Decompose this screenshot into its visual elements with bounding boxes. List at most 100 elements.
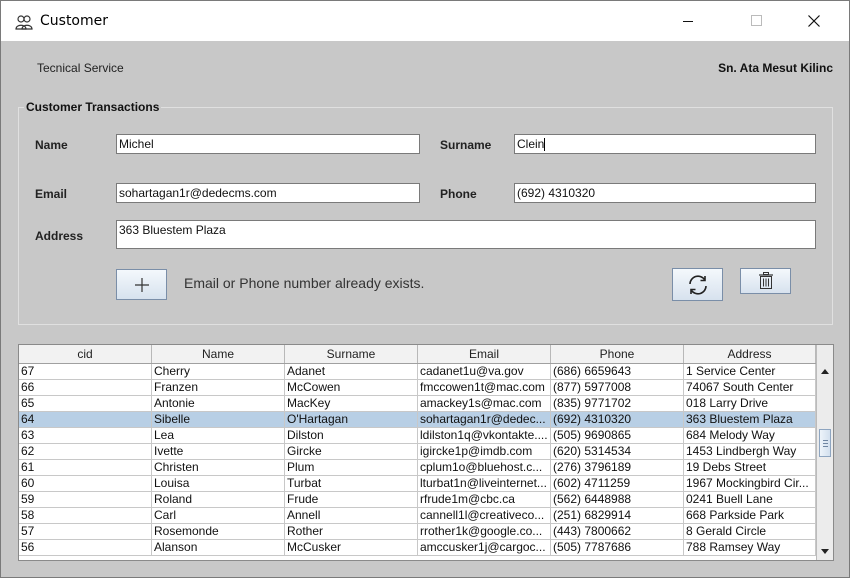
title-bar[interactable]: Customer — [1, 1, 849, 41]
department-label: Tecnical Service — [37, 61, 124, 75]
table-cell: Roland — [152, 492, 285, 508]
table-cell: Annell — [285, 508, 418, 524]
name-label: Name — [35, 138, 68, 152]
table-cell: rrother1k@google.co... — [418, 524, 551, 540]
trash-icon — [759, 272, 773, 289]
name-value: Michel — [119, 137, 154, 151]
maximize-icon — [751, 15, 762, 26]
table-row[interactable]: 66 Franzen McCowen fmccowen1t@mac.com (877) … — [19, 380, 816, 396]
window-title: Customer — [40, 13, 109, 29]
table-cell: Frude — [285, 492, 418, 508]
table-row[interactable]: 67 Cherry Adanet cadanet1u@va.gov (686) 6659… — [19, 364, 816, 380]
add-customer-button[interactable] — [116, 269, 167, 300]
close-button[interactable] — [791, 1, 837, 41]
table-cell: 62 — [19, 444, 152, 460]
table-cell: (505) 7787686 — [551, 540, 684, 556]
table-cell: (443) 7800662 — [551, 524, 684, 540]
table-cell: (835) 9771702 — [551, 396, 684, 412]
table-cell: sohartagan1r@dedec... — [418, 412, 551, 428]
table-cell: (505) 9690865 — [551, 428, 684, 444]
surname-value: Clein — [517, 137, 545, 151]
customer-table[interactable]: cid Name Surname Email Phone Address 67 Cherry… — [18, 344, 834, 561]
table-cell: 018 Larry Drive — [684, 396, 816, 412]
phone-value: (692) 4310320 — [517, 186, 596, 200]
table-row[interactable]: 60 Louisa Turbat lturbat1n@liveinternet...(… — [19, 476, 816, 492]
table-cell: Christen — [152, 460, 285, 476]
table-cell: 66 — [19, 380, 152, 396]
table-cell: 19 Debs Street — [684, 460, 816, 476]
table-cell: Turbat — [285, 476, 418, 492]
table-row[interactable]: 57 Rosemonde Rother rrother1k@google.co...(… — [19, 524, 816, 540]
table-cell: Rosemonde — [152, 524, 285, 540]
table-cell: McCowen — [285, 380, 418, 396]
status-message: Email or Phone number already exists. — [184, 275, 425, 291]
minimize-icon — [683, 21, 693, 22]
table-cell: Ivette — [152, 444, 285, 460]
table-header: cid Name Surname Email Phone Address — [19, 345, 816, 364]
table-row[interactable]: 62 Ivette Gircke igircke1p@imdb.com (620) 53… — [19, 444, 816, 460]
table-cell: (620) 5314534 — [551, 444, 684, 460]
table-cell: 64 — [19, 412, 152, 428]
scroll-down-icon[interactable] — [818, 544, 832, 558]
table-row[interactable]: 65 Antonie MacKey amackey1s@mac.com (835) 97… — [19, 396, 816, 412]
plus-icon — [135, 278, 149, 292]
surname-field[interactable]: Clein — [514, 134, 816, 154]
table-cell: 684 Melody Way — [684, 428, 816, 444]
main-content: Tecnical Service Sn. Ata Mesut Kilinc Cu… — [1, 41, 849, 577]
column-header-0[interactable]: cid — [19, 345, 152, 363]
table-cell: Plum — [285, 460, 418, 476]
table-cell: (602) 4711259 — [551, 476, 684, 492]
vertical-scrollbar[interactable] — [816, 345, 833, 560]
table-cell: Dilston — [285, 428, 418, 444]
table-cell: (562) 6448988 — [551, 492, 684, 508]
table-cell: Lea — [152, 428, 285, 444]
column-header-5[interactable]: Address — [684, 345, 816, 363]
phone-label: Phone — [440, 187, 477, 201]
address-value: 363 Bluestem Plaza — [119, 223, 226, 237]
refresh-button[interactable] — [672, 268, 723, 301]
table-cell: 65 — [19, 396, 152, 412]
table-cell: 1967 Mockingbird Cir... — [684, 476, 816, 492]
table-cell: Alanson — [152, 540, 285, 556]
table-cell: (276) 3796189 — [551, 460, 684, 476]
name-field[interactable]: Michel — [116, 134, 420, 154]
table-cell: 58 — [19, 508, 152, 524]
table-row[interactable]: 64 Sibelle O'Hartagan sohartagan1r@dedec...… — [19, 412, 816, 428]
table-cell: Franzen — [152, 380, 285, 396]
column-header-3[interactable]: Email — [418, 345, 551, 363]
table-row[interactable]: 56 Alanson McCusker amccusker1j@cargoc... (5… — [19, 540, 816, 556]
column-header-4[interactable]: Phone — [551, 345, 684, 363]
scroll-thumb[interactable] — [819, 429, 831, 457]
table-cell: 0241 Buell Lane — [684, 492, 816, 508]
table-row[interactable]: 63 Lea Dilston ldilston1q@vkontakte.... (505… — [19, 428, 816, 444]
table-cell: rfrude1m@cbc.ca — [418, 492, 551, 508]
table-cell: Carl — [152, 508, 285, 524]
table-cell: igircke1p@imdb.com — [418, 444, 551, 460]
table-cell: Antonie — [152, 396, 285, 412]
column-header-2[interactable]: Surname — [285, 345, 418, 363]
minimize-button[interactable] — [665, 1, 711, 41]
address-field[interactable]: 363 Bluestem Plaza — [116, 220, 816, 249]
scroll-up-icon[interactable] — [818, 365, 832, 379]
refresh-icon — [689, 275, 707, 295]
user-name-label: Sn. Ata Mesut Kilinc — [718, 61, 833, 75]
delete-button[interactable] — [740, 268, 791, 294]
table-cell: lturbat1n@liveinternet... — [418, 476, 551, 492]
table-cell: ldilston1q@vkontakte.... — [418, 428, 551, 444]
table-cell: 63 — [19, 428, 152, 444]
table-cell: amccusker1j@cargoc... — [418, 540, 551, 556]
address-label: Address — [35, 229, 84, 243]
email-field[interactable]: sohartagan1r@dedecms.com — [116, 183, 420, 203]
table-row[interactable]: 58 Carl Annell cannell1l@creativeco... (251)… — [19, 508, 816, 524]
table-row[interactable]: 61 Christen Plum cplum1o@bluehost.c... (276)… — [19, 460, 816, 476]
group-title: Customer Transactions — [24, 100, 162, 114]
table-row[interactable]: 59 Roland Frude rfrude1m@cbc.ca (562) 644898… — [19, 492, 816, 508]
table-cell: O'Hartagan — [285, 412, 418, 428]
maximize-button[interactable] — [733, 1, 779, 41]
table-cell: Sibelle — [152, 412, 285, 428]
email-value: sohartagan1r@dedecms.com — [119, 186, 277, 200]
table-cell: 67 — [19, 364, 152, 380]
column-header-1[interactable]: Name — [152, 345, 285, 363]
phone-field[interactable]: (692) 4310320 — [514, 183, 816, 203]
table-cell: 74067 South Center — [684, 380, 816, 396]
